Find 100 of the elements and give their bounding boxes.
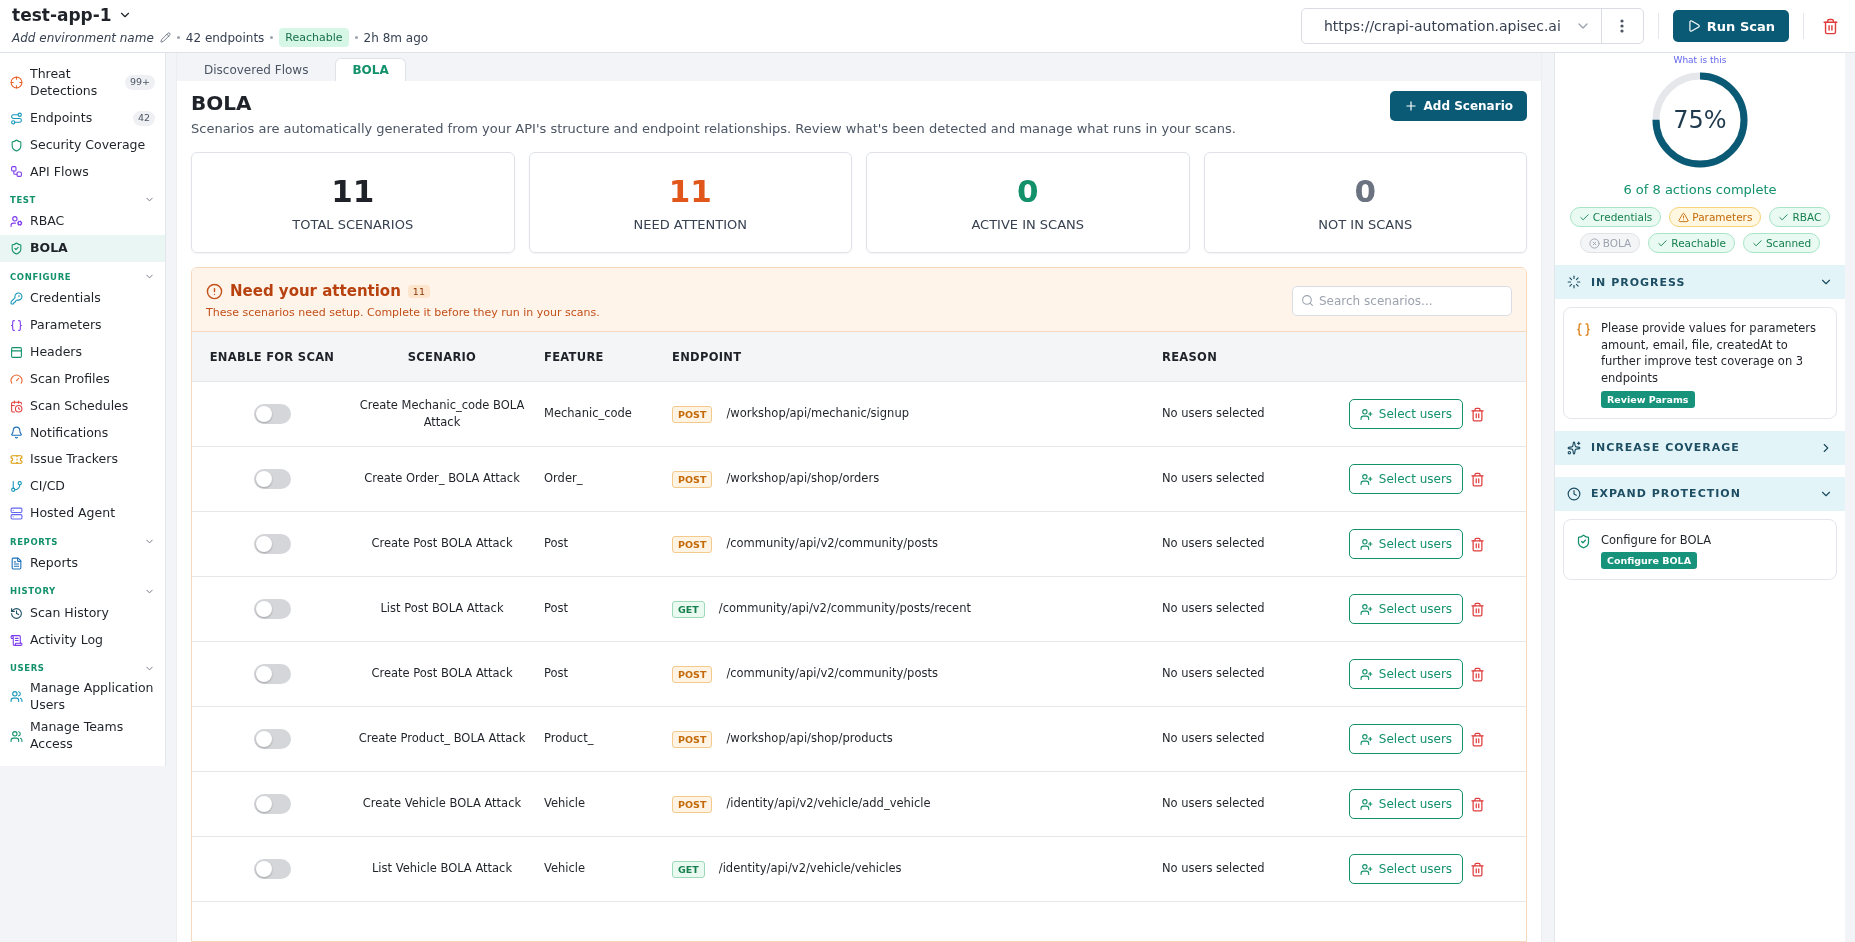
endpoint-cell: /identity/api/v2/vehicle/vehicles [718,860,902,878]
select-users-button[interactable]: Select users [1348,789,1464,819]
sidebar-section-header[interactable]: REPORTS [0,527,165,550]
card-text: Please provide values for parameters amount, email, file, createdAt to further improve test coverage on 3 endpoints [1601,320,1818,387]
method-badge: GET [672,600,705,618]
tab[interactable]: BOLA [335,58,406,81]
run-scan-button[interactable]: Run Scan [1672,10,1789,42]
help-link[interactable]: What is this [1555,55,1845,65]
play-icon [1686,19,1701,33]
more-icon [1620,19,1625,33]
sidebar-item[interactable]: Threat Detections 99+ [0,61,165,105]
enable-toggle[interactable] [253,534,291,554]
separator-dot [354,36,358,39]
reason-cell-text: No users selected [1161,405,1266,423]
column-header: SCENARIO [406,349,478,364]
sidebar-item[interactable]: Activity Log [0,626,165,654]
sidebar-item-icon [10,372,23,386]
select-users-button[interactable]: Select users [1348,464,1464,494]
enable-toggle[interactable] [253,859,291,879]
pencil-icon[interactable] [159,32,171,43]
sidebar-item[interactable]: Credentials [0,285,165,312]
sidebar-item-icon [10,138,23,152]
sidebar-item[interactable]: Issue Trackers [0,446,165,474]
environment-name-field[interactable]: Add environment name [12,30,154,45]
clock-icon [1567,486,1581,501]
sidebar-item[interactable]: Reports [0,550,165,577]
sidebar-item[interactable]: Manage Teams Access [0,716,165,757]
method-badge: POST [672,405,713,423]
enable-toggle[interactable] [253,664,291,684]
sidebar-item[interactable]: Security Coverage [0,131,165,159]
column-header: ENABLE FOR SCAN [208,349,336,364]
sidebar-item-icon [10,242,23,256]
endpoint-cell: /community/api/v2/community/posts [726,665,938,683]
sidebar-item[interactable]: Manage Application Users [0,676,165,717]
sidebar-item[interactable]: RBAC [0,208,165,236]
count-badge: 11 [407,284,430,298]
sidebar-item-icon [10,729,23,743]
scenario-cell-text: List Vehicle BOLA Attack [370,860,514,878]
sidebar-section-header[interactable]: HISTORY [0,576,165,600]
feature-cell-text: Product_ [543,730,595,748]
sidebar-section-header[interactable]: USERS [0,653,165,677]
trash-icon [1822,17,1839,35]
stat-value: 0 [1354,173,1377,209]
card-action-button[interactable]: Review Params [1601,390,1695,408]
card-icon [1576,533,1591,549]
search-field[interactable]: Search scenarios... [1292,285,1512,316]
enable-toggle[interactable] [253,729,291,749]
enable-toggle[interactable] [253,469,291,489]
reason-cell-text: No users selected [1161,470,1266,488]
sidebar-item[interactable]: API Flows [0,158,165,186]
tab[interactable]: Discovered Flows [187,58,326,81]
sidebar-item[interactable]: CI/CD [0,473,165,501]
trash-icon [1470,666,1485,682]
add-scenario-button[interactable]: Add Scenario [1389,91,1527,121]
stat-value: 0 [1016,173,1039,209]
last-seen-text: 2h 8m ago [363,30,429,45]
method-badge: POST [672,535,713,553]
method-badge: GET [672,860,705,878]
url-select[interactable]: https://crapi-automation.apisec.ai [1300,8,1644,44]
status-chip: Parameters [1669,207,1762,227]
section-header[interactable]: IN PROGRESS [1555,265,1845,299]
select-users-button[interactable]: Select users [1348,594,1464,624]
section-header[interactable]: INCREASE COVERAGE [1555,430,1845,465]
select-users-button[interactable]: Select users [1348,529,1464,559]
sidebar-item-icon [10,507,23,521]
sidebar-item[interactable]: Scan History [0,599,165,627]
stat-label: ACTIVE IN SCANS [971,217,1085,232]
alert-icon [206,282,223,300]
sidebar-section-header[interactable]: TEST [0,185,165,209]
sidebar-item[interactable]: Hosted Agent [0,500,165,527]
trash-icon [1470,536,1485,552]
sidebar-item[interactable]: Scan Profiles [0,365,165,393]
endpoint-cell: /workshop/api/shop/orders [726,470,880,488]
page-description: Scenarios are automatically generated from your API's structure and endpoint relationships. Review what's been detected and manage what runs in your scans. [191,121,1236,136]
status-chip: RBAC [1769,207,1831,227]
status-badge: Reachable [279,28,349,47]
select-users-button[interactable]: Select users [1348,854,1464,884]
add-user-icon [1359,667,1373,681]
enable-toggle[interactable] [253,794,291,814]
sidebar-item[interactable]: BOLA [0,235,165,263]
sidebar-item[interactable]: Notifications [0,419,165,447]
sidebar-section-header[interactable]: CONFIGURE [0,262,165,286]
select-users-button[interactable]: Select users [1348,724,1464,754]
sidebar-item[interactable]: Endpoints 42 [0,104,165,132]
sidebar-item-icon [10,633,23,647]
sidebar-item[interactable]: Parameters [0,312,165,339]
reason-cell-text: No users selected [1161,600,1266,618]
progress-percent: 75% [1672,105,1728,136]
app-switcher[interactable]: test-app-1 [12,5,429,25]
select-users-button[interactable]: Select users [1348,659,1464,689]
card-action-button[interactable]: Configure BOLA [1601,552,1698,570]
enable-toggle[interactable] [253,404,291,424]
sidebar-item[interactable]: Headers [0,338,165,366]
add-user-icon [1359,602,1373,616]
sidebar-item[interactable]: Scan Schedules [0,392,165,420]
enable-toggle[interactable] [253,599,291,619]
section-header[interactable]: EXPAND PROTECTION [1555,476,1845,511]
select-users-button[interactable]: Select users [1348,399,1464,429]
status-chip: Scanned [1742,233,1821,253]
sidebar-item-icon [10,480,23,494]
